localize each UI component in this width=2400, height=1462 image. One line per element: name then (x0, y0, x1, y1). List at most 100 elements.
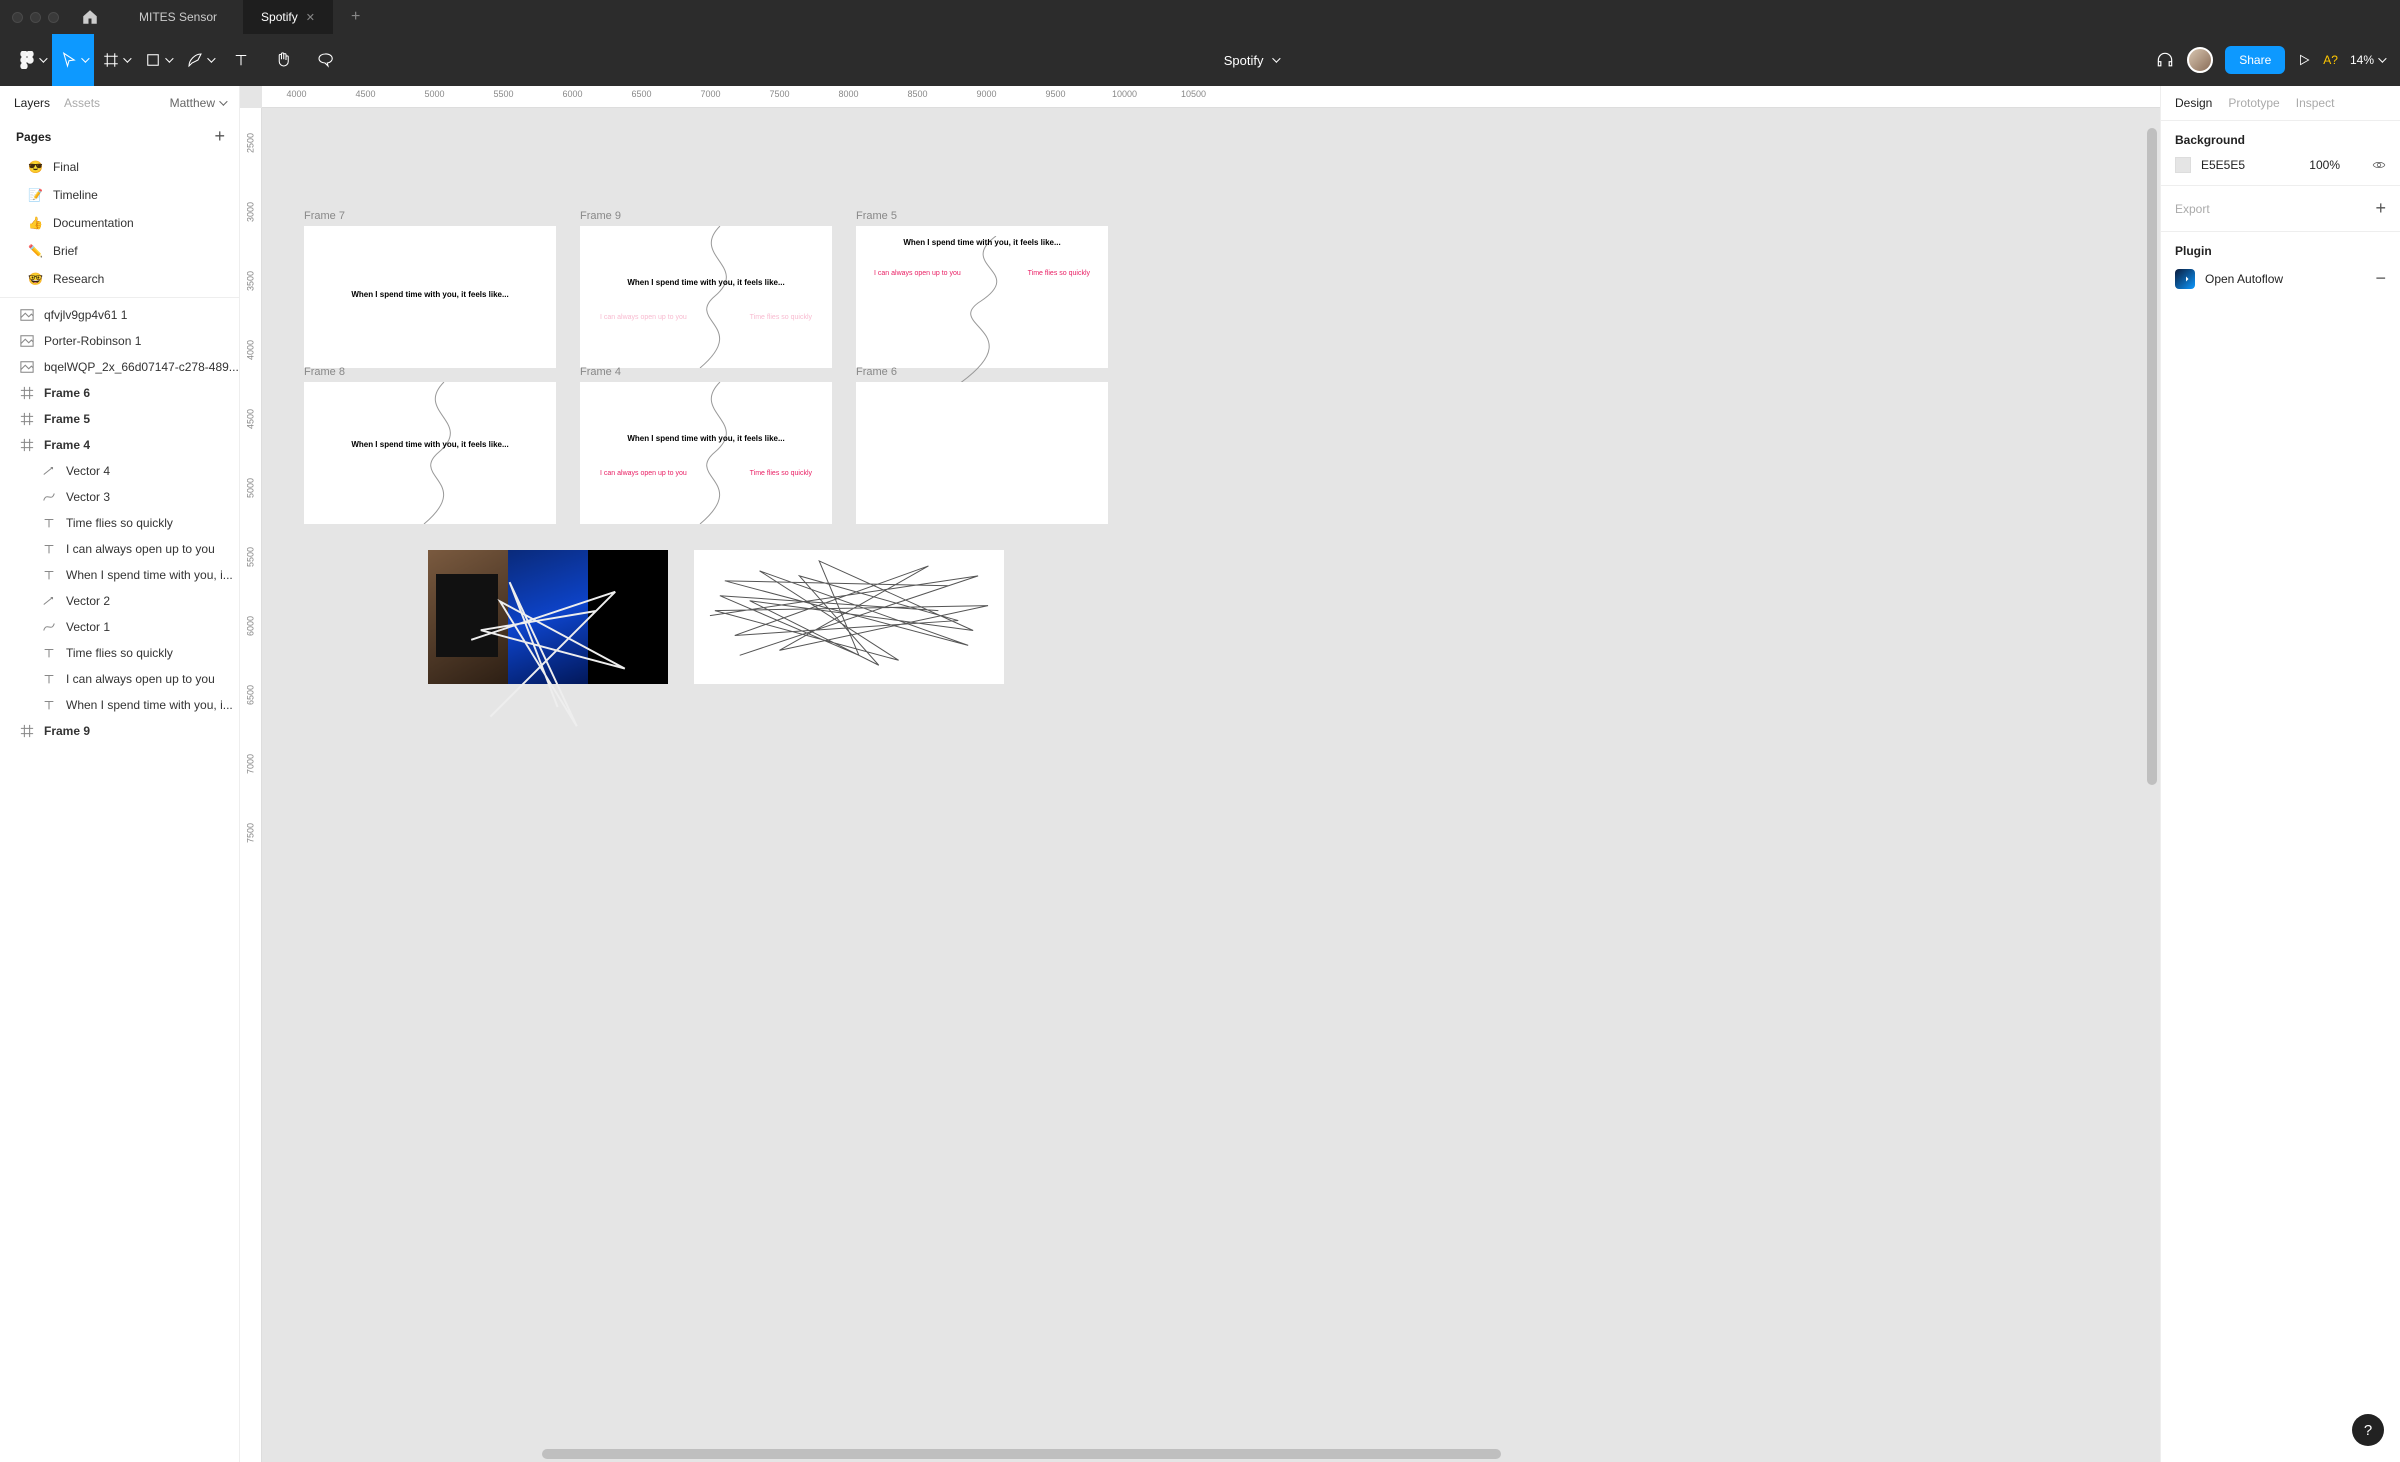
shape-tool-button[interactable] (136, 34, 178, 86)
layer-text[interactable]: I can always open up to you (0, 666, 239, 692)
frame-label[interactable]: Frame 9 (580, 210, 621, 222)
layer-image[interactable]: qfvjlv9gp4v61 1 (0, 302, 239, 328)
layer-image[interactable]: bqelWQP_2x_66d07147-c278-489... (0, 354, 239, 380)
frame-label[interactable]: Frame 7 (304, 210, 345, 222)
user-avatar[interactable] (2187, 47, 2213, 73)
assets-tab[interactable]: Assets (64, 96, 100, 110)
remove-plugin-button[interactable]: − (2375, 268, 2386, 289)
canvas[interactable]: 4000 4500 5000 5500 6000 6500 7000 7500 … (240, 86, 2160, 1462)
text-icon (42, 698, 56, 712)
close-tab-icon[interactable]: ✕ (306, 11, 315, 24)
frame-text-open: I can always open up to you (600, 314, 687, 321)
new-tab-button[interactable]: + (341, 8, 370, 26)
ruler-tick: 7000 (240, 729, 261, 798)
layer-frame-5[interactable]: Frame 5 (0, 406, 239, 432)
missing-fonts-indicator[interactable]: A? (2323, 53, 2338, 67)
layers-tab[interactable]: Layers (14, 96, 50, 110)
image-strip[interactable] (428, 550, 668, 684)
present-icon[interactable] (2297, 53, 2311, 67)
visibility-icon[interactable] (2372, 158, 2386, 172)
canvas-viewport[interactable]: Frame 7 When I spend time with you, it f… (262, 108, 2160, 1462)
frame-9[interactable]: When I spend time with you, it feels lik… (580, 226, 832, 368)
page-item-research[interactable]: 🤓Research (0, 265, 239, 293)
tab-spotify[interactable]: Spotify ✕ (243, 0, 333, 34)
layer-frame-9[interactable]: Frame 9 (0, 718, 239, 744)
file-title[interactable]: Spotify (346, 53, 2155, 68)
layer-vector[interactable]: Vector 1 (0, 614, 239, 640)
move-tool-button[interactable] (52, 34, 94, 86)
ruler-tick: 7000 (676, 86, 745, 107)
design-tab[interactable]: Design (2175, 96, 2212, 110)
plugin-label: Plugin (2175, 244, 2212, 258)
frame-text-flies: Time flies so quickly (1028, 270, 1090, 277)
window-controls[interactable] (12, 12, 59, 23)
plugin-row[interactable]: Open Autoflow − (2175, 268, 2386, 289)
frame-label[interactable]: Frame 6 (856, 366, 897, 378)
page-item-timeline[interactable]: 📝Timeline (0, 181, 239, 209)
inspect-tab[interactable]: Inspect (2296, 96, 2335, 110)
ruler-tick: 9000 (952, 86, 1021, 107)
scrollbar-thumb[interactable] (542, 1449, 1501, 1459)
bg-hex[interactable]: E5E5E5 (2201, 158, 2245, 172)
background-row[interactable]: E5E5E5 100% (2175, 157, 2386, 173)
layer-vector[interactable]: Vector 4 (0, 458, 239, 484)
layer-text[interactable]: When I spend time with you, i... (0, 692, 239, 718)
frame-4[interactable]: When I spend time with you, it feels lik… (580, 382, 832, 524)
frame-label[interactable]: Frame 4 (580, 366, 621, 378)
layer-text[interactable]: Time flies so quickly (0, 510, 239, 536)
pages-label: Pages (16, 130, 51, 144)
page-item-brief[interactable]: ✏️Brief (0, 237, 239, 265)
add-page-button[interactable]: + (214, 126, 225, 147)
toolbar-right: Share A? 14% (2155, 46, 2390, 74)
page-label: Timeline (53, 188, 98, 202)
frame-6[interactable] (856, 382, 1108, 524)
horizontal-scrollbar[interactable] (542, 1449, 2140, 1459)
bg-opacity[interactable]: 100% (2309, 158, 2340, 172)
color-swatch[interactable] (2175, 157, 2191, 173)
vertical-scrollbar[interactable] (2147, 128, 2157, 1442)
tab-mites-sensor[interactable]: MITES Sensor (121, 0, 235, 34)
share-button[interactable]: Share (2225, 46, 2285, 74)
layer-frame-4[interactable]: Frame 4 (0, 432, 239, 458)
layer-image[interactable]: Porter-Robinson 1 (0, 328, 239, 354)
page-item-final[interactable]: 😎Final (0, 153, 239, 181)
vector-path (384, 382, 514, 524)
audio-icon[interactable] (2155, 50, 2175, 70)
frame-8[interactable]: When I spend time with you, it feels lik… (304, 382, 556, 524)
layer-text[interactable]: Time flies so quickly (0, 640, 239, 666)
help-button[interactable]: ? (2352, 1414, 2384, 1446)
image-icon (20, 334, 34, 348)
main-menu-button[interactable] (10, 34, 52, 86)
maximize-window[interactable] (48, 12, 59, 23)
layer-label: Time flies so quickly (66, 516, 173, 530)
add-export-button[interactable]: + (2375, 198, 2386, 219)
scrollbar-thumb[interactable] (2147, 128, 2157, 785)
comment-tool-button[interactable] (304, 34, 346, 86)
home-icon[interactable] (81, 8, 99, 26)
layer-label: Porter-Robinson 1 (44, 334, 141, 348)
close-window[interactable] (12, 12, 23, 23)
zoom-control[interactable]: 14% (2350, 53, 2384, 67)
frame-label[interactable]: Frame 8 (304, 366, 345, 378)
frame-tool-button[interactable] (94, 34, 136, 86)
layer-text[interactable]: When I spend time with you, i... (0, 562, 239, 588)
ruler-tick: 4000 (262, 86, 331, 107)
scribble-frame[interactable] (694, 550, 1004, 684)
prototype-tab[interactable]: Prototype (2228, 96, 2279, 110)
pen-tool-button[interactable] (178, 34, 220, 86)
hand-tool-button[interactable] (262, 34, 304, 86)
layer-vector[interactable]: Vector 3 (0, 484, 239, 510)
ruler-tick: 10000 (1090, 86, 1159, 107)
layer-text[interactable]: I can always open up to you (0, 536, 239, 562)
page-selector[interactable]: Matthew (170, 96, 225, 110)
page-item-documentation[interactable]: 👍Documentation (0, 209, 239, 237)
ruler-tick: 5500 (240, 522, 261, 591)
layer-vector[interactable]: Vector 2 (0, 588, 239, 614)
frame-label[interactable]: Frame 5 (856, 210, 897, 222)
frame-5[interactable]: When I spend time with you, it feels lik… (856, 226, 1108, 368)
minimize-window[interactable] (30, 12, 41, 23)
text-tool-button[interactable] (220, 34, 262, 86)
frame-7[interactable]: When I spend time with you, it feels lik… (304, 226, 556, 368)
layer-frame-6[interactable]: Frame 6 (0, 380, 239, 406)
file-name: Spotify (1224, 53, 1264, 68)
